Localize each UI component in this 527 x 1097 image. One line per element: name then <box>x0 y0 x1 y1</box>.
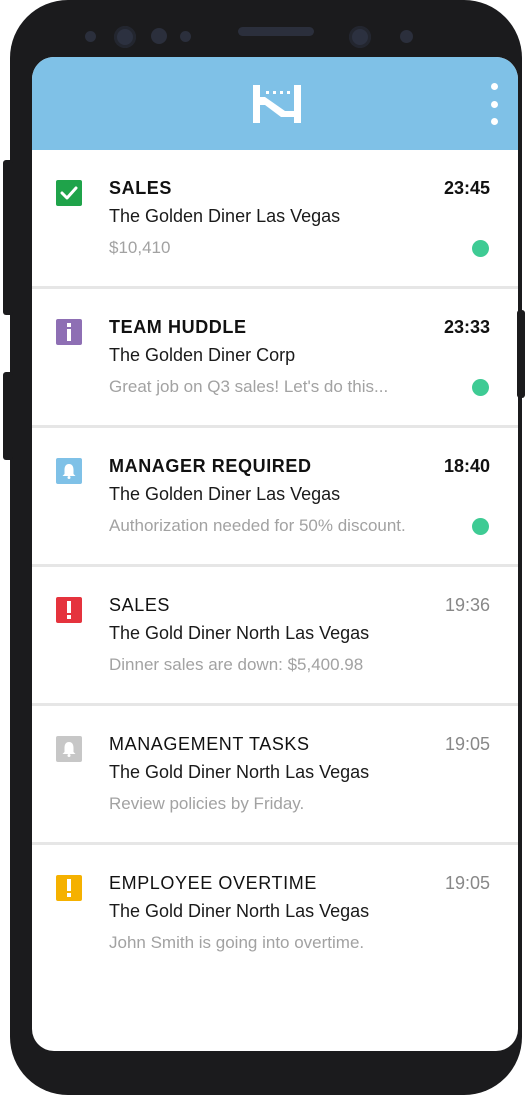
notification-item[interactable]: SALES 19:36 The Gold Diner North Las Veg… <box>32 567 518 706</box>
notification-message: Review policies by Friday. <box>109 794 305 813</box>
notification-location: The Gold Diner North Las Vegas <box>109 762 370 782</box>
front-sensor <box>400 30 413 43</box>
notification-time: 19:05 <box>444 734 490 754</box>
bell-icon <box>56 736 82 762</box>
notification-location: The Gold Diner North Las Vegas <box>109 623 370 643</box>
notification-time: 23:45 <box>443 178 490 198</box>
hotschedules-logo-icon <box>251 83 303 125</box>
notification-title: SALES <box>109 595 171 615</box>
unread-dot <box>472 379 489 396</box>
exclamation-icon <box>56 597 82 623</box>
notification-location: The Golden Diner Corp <box>109 345 296 365</box>
unread-dot <box>472 240 489 257</box>
notification-title: EMPLOYEE OVERTIME <box>109 873 317 893</box>
earpiece-speaker <box>238 27 314 36</box>
notification-time: 19:05 <box>444 873 490 893</box>
notification-message: Great job on Q3 sales! Let's do this... <box>109 377 389 396</box>
screen: SALES 23:45 The Golden Diner Las Vegas $… <box>32 57 518 1051</box>
notification-message: John Smith is going into overtime. <box>109 933 365 952</box>
exclamation-icon <box>56 875 82 901</box>
notification-location: The Golden Diner Las Vegas <box>109 484 341 504</box>
notification-item[interactable]: EMPLOYEE OVERTIME 19:05 The Gold Diner N… <box>32 845 518 981</box>
notification-item[interactable]: MANAGER REQUIRED 18:40 The Golden Diner … <box>32 428 518 567</box>
side-button <box>517 310 525 398</box>
notification-time: 19:36 <box>444 595 490 615</box>
app-header <box>32 57 518 150</box>
front-camera-icon <box>349 26 371 48</box>
notification-title: MANAGEMENT TASKS <box>109 734 310 754</box>
more-vertical-icon[interactable] <box>488 83 500 125</box>
notification-location: The Golden Diner Las Vegas <box>109 206 341 226</box>
notification-title: SALES <box>109 178 173 198</box>
notification-title: TEAM HUDDLE <box>109 317 247 337</box>
phone-frame: SALES 23:45 The Golden Diner Las Vegas $… <box>10 0 522 1095</box>
info-icon <box>56 319 82 345</box>
notification-item[interactable]: MANAGEMENT TASKS 19:05 The Gold Diner No… <box>32 706 518 845</box>
notification-time: 18:40 <box>443 456 490 476</box>
notification-message: Dinner sales are down: $5,400.98 <box>109 655 364 674</box>
front-camera-icon <box>114 26 136 48</box>
front-sensor <box>151 28 167 44</box>
notification-message: $10,410 <box>109 238 171 257</box>
notification-item[interactable]: SALES 23:45 The Golden Diner Las Vegas $… <box>32 150 518 289</box>
notification-location: The Gold Diner North Las Vegas <box>109 901 370 921</box>
volume-button <box>3 160 13 315</box>
notification-message: Authorization needed for 50% discount. <box>109 516 406 535</box>
power-button <box>3 372 13 460</box>
bell-icon <box>56 458 82 484</box>
notification-time: 23:33 <box>443 317 490 337</box>
front-sensor <box>180 31 191 42</box>
notification-item[interactable]: TEAM HUDDLE 23:33 The Golden Diner Corp … <box>32 289 518 428</box>
notification-list: SALES 23:45 The Golden Diner Las Vegas $… <box>32 150 518 981</box>
check-icon <box>56 180 82 206</box>
unread-dot <box>472 518 489 535</box>
front-sensor <box>85 31 96 42</box>
notification-title: MANAGER REQUIRED <box>109 456 312 476</box>
